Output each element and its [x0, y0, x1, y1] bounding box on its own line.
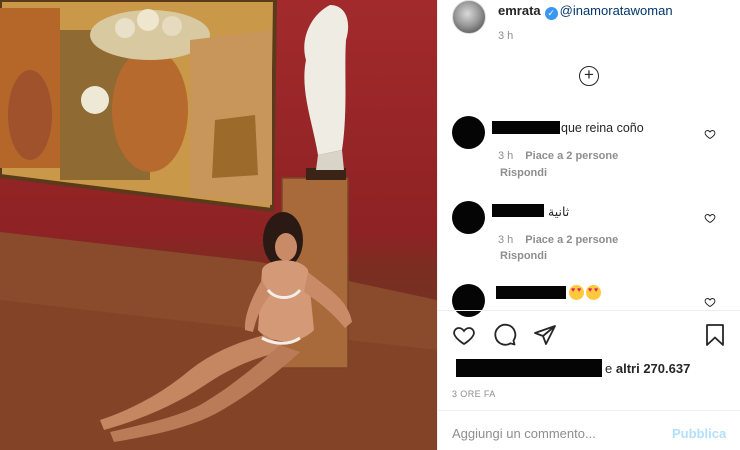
caption-mention-link[interactable]: @inamoratawoman [560, 3, 673, 18]
comment-avatar[interactable] [452, 116, 485, 149]
author-avatar[interactable] [452, 0, 486, 34]
redacted-username [492, 204, 544, 217]
redacted-liker-name [456, 359, 602, 377]
likes-summary[interactable]: e altri 270.637 [605, 361, 690, 376]
post-date[interactable]: 3 ORE FA [452, 389, 496, 399]
likes-count[interactable]: altri 270.637 [616, 361, 690, 376]
redacted-username [496, 286, 566, 299]
redacted-username [492, 121, 560, 134]
like-heart-icon[interactable] [452, 323, 476, 347]
author-username[interactable]: emrata [498, 3, 541, 18]
comment-time[interactable]: 3 h [498, 234, 513, 246]
comment-time[interactable]: 3 h [498, 150, 513, 162]
publish-button[interactable]: Pubblica [672, 426, 726, 441]
verified-badge-icon: ✓ [544, 7, 558, 20]
heart-eyes-emoji-icon [586, 285, 601, 300]
likes-prefix: e [605, 361, 613, 376]
post-side-panel: emrata ✓ @inamoratawoman 3 h + que reina c… [437, 0, 740, 450]
comment-text [567, 285, 601, 300]
comment-like-heart-icon[interactable] [704, 128, 716, 140]
comment-text: que reina coño [561, 121, 644, 135]
share-paper-plane-icon[interactable] [533, 323, 557, 347]
comment-meta: 3 h Piace a 2 persone [498, 150, 618, 162]
post-photo-illustration [0, 0, 437, 450]
heart-eyes-emoji-icon [569, 285, 584, 300]
comment-likes[interactable]: Piace a 2 persone [525, 150, 618, 162]
comment-avatar[interactable] [452, 284, 485, 317]
add-comment-input[interactable] [452, 426, 662, 441]
comment-meta: 3 h Piace a 2 persone [498, 234, 618, 246]
comment-avatar[interactable] [452, 201, 485, 234]
post-photo[interactable] [0, 0, 437, 450]
author-caption: emrata ✓ @inamoratawoman [498, 3, 673, 20]
comment-like-heart-icon[interactable] [704, 212, 716, 224]
comment-like-heart-icon[interactable] [704, 296, 716, 308]
comment-text: ثانية [548, 205, 570, 219]
comment-likes[interactable]: Piace a 2 persone [525, 234, 618, 246]
reply-button[interactable]: Rispondi [500, 167, 547, 179]
comment-bubble-icon[interactable] [493, 323, 517, 347]
caption-timestamp[interactable]: 3 h [498, 30, 513, 42]
load-more-comments-icon[interactable]: + [579, 66, 599, 86]
reply-button[interactable]: Rispondi [500, 250, 547, 262]
divider [438, 310, 740, 311]
divider [438, 410, 740, 411]
save-bookmark-icon[interactable] [703, 323, 727, 347]
